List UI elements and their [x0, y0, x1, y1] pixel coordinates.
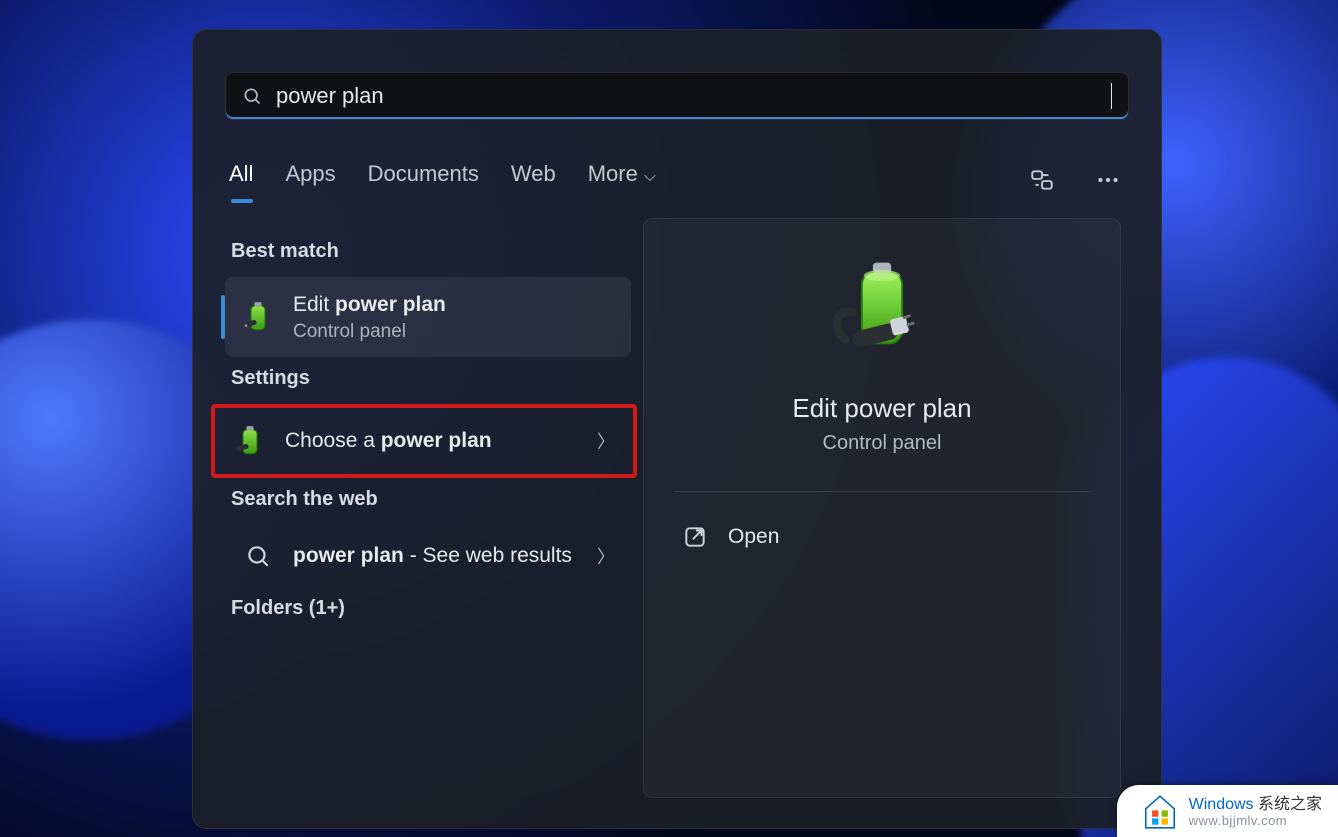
watermark-badge: Windows 系统之家 www.bjjmlv.com [1117, 785, 1338, 837]
section-search-web: Search the web [231, 488, 625, 511]
result-title-prefix: Edit [293, 293, 335, 316]
app-pair-icon [1029, 167, 1055, 193]
result-edit-power-plan[interactable]: Edit power plan Control panel [225, 277, 631, 357]
search-icon [242, 86, 262, 106]
section-folders: Folders (1+) [231, 597, 625, 620]
section-best-match: Best match [231, 240, 625, 263]
chevron-right-icon: 〉 [597, 543, 615, 569]
annotation-highlight: Choose a power plan 〉 [211, 404, 637, 478]
watermark-brand: Windows [1189, 796, 1254, 813]
search-input[interactable] [262, 83, 1111, 109]
tab-documents[interactable]: Documents [368, 161, 479, 199]
preview-title: Edit power plan [792, 393, 971, 424]
power-plan-icon [233, 424, 267, 458]
search-icon [241, 539, 275, 573]
text-caret [1111, 83, 1112, 109]
result-title-match: power plan [335, 293, 446, 316]
filter-tabs: All Apps Documents Web More⌵ [229, 156, 1125, 204]
tab-apps[interactable]: Apps [285, 161, 335, 199]
results-column: Best match Edit power plan Control panel… [225, 230, 631, 634]
tab-more[interactable]: More⌵ [588, 161, 656, 199]
section-settings: Settings [231, 367, 625, 390]
chevron-right-icon: 〉 [597, 428, 615, 454]
tab-all[interactable]: All [229, 161, 253, 199]
open-external-icon [682, 524, 708, 550]
result-web-search[interactable]: power plan - See web results 〉 [225, 525, 631, 587]
result-subtitle: Control panel [293, 321, 615, 343]
result-title-match: power plan [293, 544, 404, 567]
search-box[interactable] [225, 72, 1129, 120]
action-label: Open [728, 525, 779, 549]
more-options-button[interactable] [1091, 163, 1125, 197]
result-title-match: power plan [381, 429, 492, 452]
power-plan-icon [241, 300, 275, 334]
divider [674, 491, 1090, 492]
windows-house-icon [1141, 793, 1179, 831]
preview-subtitle: Control panel [823, 432, 942, 455]
ellipsis-icon [1095, 167, 1121, 193]
result-preview-pane: Edit power plan Control panel Open [643, 218, 1121, 798]
watermark-brand-cn: 系统之家 [1254, 796, 1322, 813]
watermark-url: www.bjjmlv.com [1189, 814, 1322, 828]
tab-web[interactable]: Web [511, 161, 556, 199]
chevron-down-icon: ⌵ [644, 168, 656, 185]
quick-search-button[interactable] [1025, 163, 1059, 197]
result-title-prefix: Choose a [285, 429, 381, 452]
power-plan-large-icon [827, 259, 937, 369]
result-title-suffix: - See web results [404, 544, 572, 567]
start-search-panel: All Apps Documents Web More⌵ Best match … [192, 29, 1162, 829]
action-open[interactable]: Open [674, 512, 1090, 562]
result-choose-power-plan[interactable]: Choose a power plan 〉 [217, 410, 631, 472]
